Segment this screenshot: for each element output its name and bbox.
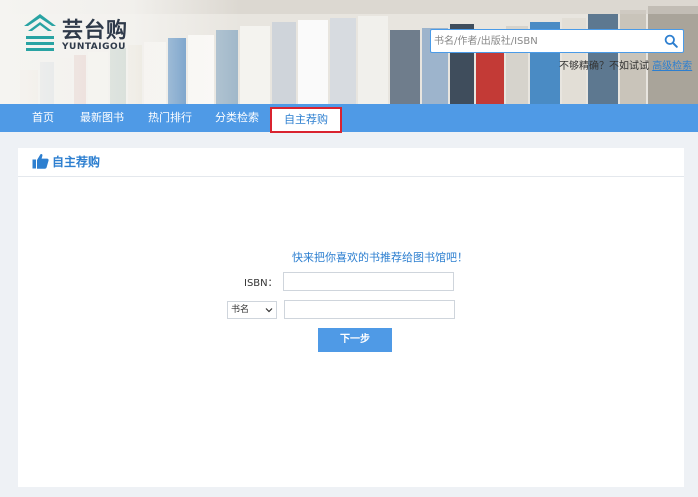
logo-mark-icon	[24, 14, 56, 51]
field-type-select[interactable]: 书名	[227, 301, 277, 319]
nav-item-hot-ranking[interactable]: 热门排行	[148, 104, 192, 132]
search-hint: 不够精确？不如试试 高级检索	[559, 57, 692, 72]
nav-item-new-books[interactable]: 最新图书	[80, 104, 124, 132]
header-banner: 芸台购 YUNTAIGOU 不够精确？不如试试 高级检索	[0, 0, 698, 104]
search-input[interactable]	[431, 30, 659, 52]
search-box	[430, 29, 684, 53]
recommend-prompt: 快来把你喜欢的书推荐给图书馆吧！	[292, 251, 468, 264]
search-hint-text: 不够精确？不如试试	[559, 61, 649, 72]
chevron-down-icon	[265, 308, 273, 313]
logo-brand-name: 芸台购	[62, 18, 128, 42]
nav-item-home[interactable]: 首页	[32, 104, 54, 132]
logo-brand-name-en: YUNTAIGOU	[62, 42, 126, 52]
search-icon	[664, 34, 678, 48]
nav-item-recommend[interactable]: 自主荐购	[270, 107, 342, 133]
panel-header: 自主荐购	[18, 148, 684, 177]
field-type-selected: 书名	[231, 305, 250, 315]
advanced-search-link[interactable]: 高级检索	[652, 61, 692, 72]
search-button[interactable]	[659, 30, 683, 52]
panel-title: 自主荐购	[52, 155, 101, 169]
thumbs-up-icon	[32, 153, 49, 169]
isbn-label: ISBN：	[244, 278, 278, 289]
logo[interactable]: 芸台购 YUNTAIGOU	[22, 12, 162, 56]
isbn-input[interactable]	[283, 272, 454, 291]
main-nav: 首页 最新图书 热门排行 分类检索 自主荐购	[0, 104, 698, 133]
recommend-panel: 自主荐购 快来把你喜欢的书推荐给图书馆吧！ ISBN： 书名 下一步	[18, 148, 684, 487]
next-step-button[interactable]: 下一步	[318, 328, 392, 352]
field-type-input[interactable]	[284, 300, 455, 319]
nav-item-category-search[interactable]: 分类检索	[215, 104, 259, 132]
